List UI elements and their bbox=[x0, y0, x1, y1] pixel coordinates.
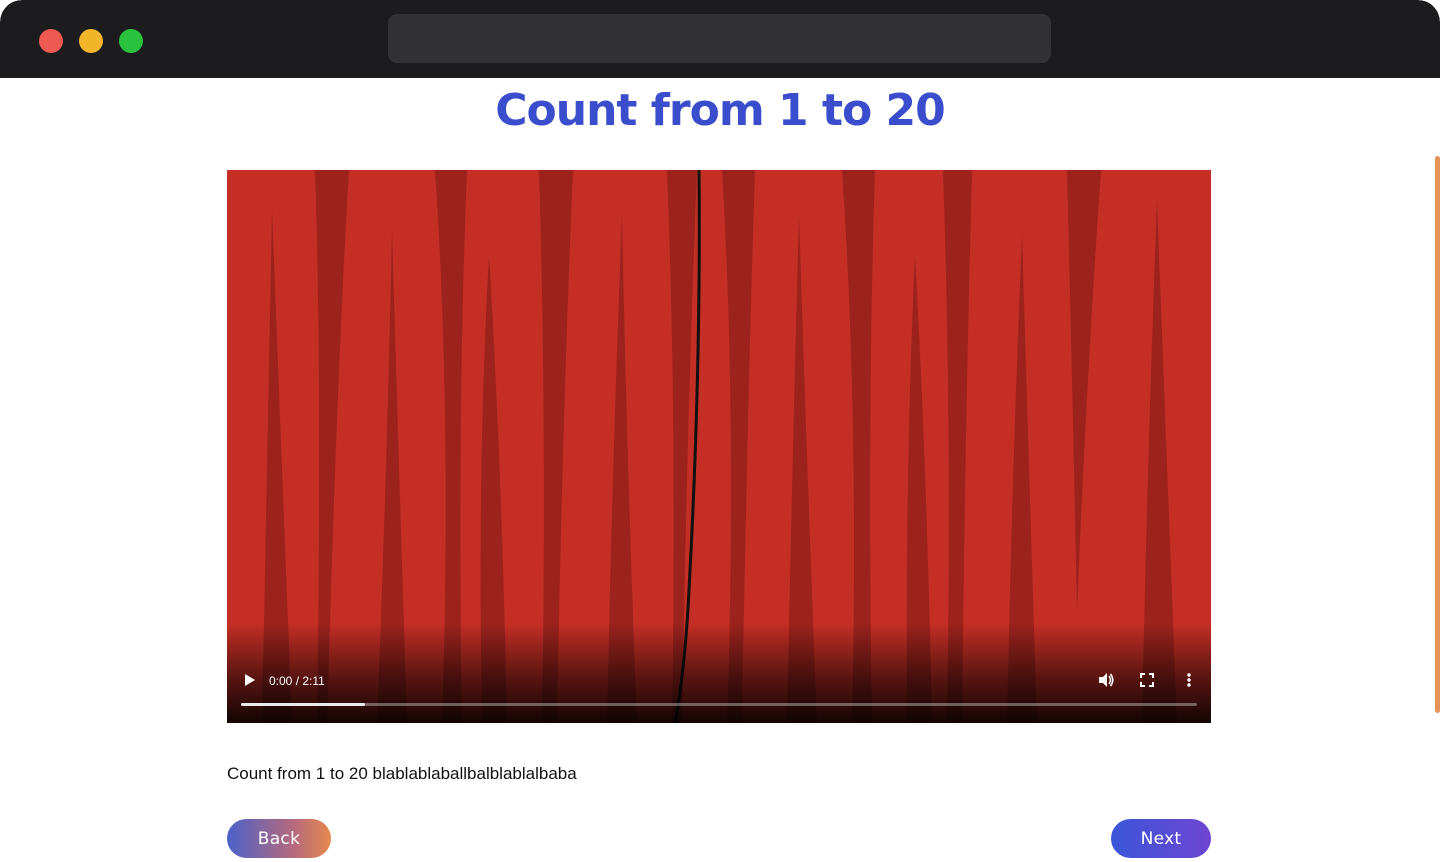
volume-icon bbox=[1099, 673, 1114, 687]
minimize-window-button[interactable] bbox=[79, 29, 103, 53]
video-player[interactable]: 0:00 / 2:11 bbox=[227, 170, 1211, 723]
page-title: Count from 1 to 20 bbox=[495, 85, 946, 136]
browser-window: Count from 1 to 20 0:00 / 2:11 Count fro… bbox=[0, 0, 1440, 862]
play-icon bbox=[245, 674, 255, 686]
fullscreen-icon bbox=[1140, 673, 1154, 687]
video-description: Count from 1 to 20 blablablaballbalblabl… bbox=[227, 764, 577, 783]
back-button[interactable]: Back bbox=[227, 819, 331, 858]
progress-bar[interactable] bbox=[241, 703, 1197, 706]
fullscreen-button[interactable] bbox=[1139, 672, 1155, 688]
progress-fill bbox=[241, 703, 366, 706]
address-bar[interactable] bbox=[388, 14, 1051, 63]
play-button[interactable] bbox=[241, 672, 257, 688]
scrollbar-thumb[interactable] bbox=[1435, 156, 1440, 713]
next-button[interactable]: Next bbox=[1111, 819, 1211, 858]
page-content: Count from 1 to 20 0:00 / 2:11 Count fro… bbox=[0, 78, 1440, 862]
close-window-button[interactable] bbox=[39, 29, 63, 53]
time-display: 0:00 / 2:11 bbox=[269, 674, 325, 688]
volume-button[interactable] bbox=[1097, 672, 1115, 688]
more-vert-icon bbox=[1187, 673, 1191, 687]
maximize-window-button[interactable] bbox=[119, 29, 143, 53]
more-options-button[interactable] bbox=[1183, 672, 1195, 688]
title-bar bbox=[0, 0, 1440, 78]
controls-gradient bbox=[227, 623, 1211, 723]
